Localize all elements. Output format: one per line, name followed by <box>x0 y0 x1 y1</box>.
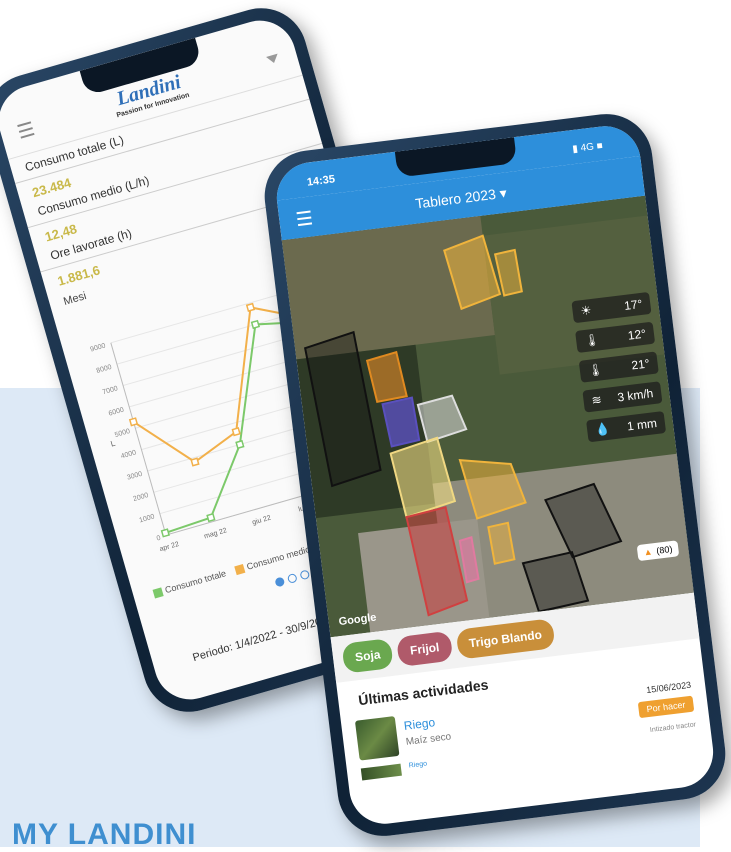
y-tick-label: 5000 <box>114 428 131 439</box>
data-point <box>128 417 139 427</box>
y-tick-label: 1000 <box>139 513 156 524</box>
period-label: Periodo: 1/4/2022 - 30/9/2022 <box>191 612 335 665</box>
data-point <box>250 319 261 330</box>
data-point <box>245 302 256 313</box>
alerts-count: (80) <box>655 543 673 556</box>
activity-assignee: Intizado tractor <box>649 721 697 734</box>
y-tick-label: 6000 <box>108 407 125 418</box>
y-tick-label: 7000 <box>102 385 119 396</box>
y-tick-label: 4000 <box>120 449 137 460</box>
pager-dots[interactable] <box>274 569 311 588</box>
y-axis-label: L <box>110 439 117 449</box>
filter-icon[interactable] <box>265 53 280 65</box>
status-icons: ▮ 4G ■ <box>571 140 604 156</box>
y-tick-label: 8000 <box>96 364 113 375</box>
weather-value: 3 km/h <box>616 386 655 405</box>
activity-date: 15/06/2023 <box>645 679 692 696</box>
phone-right: 14:35 ▮ 4G ■ Tablero 2023 ▾ ☀ 17° 🌡 12° … <box>259 108 731 842</box>
sun-icon: ☀ <box>579 303 593 319</box>
section-title: Últimas actividades <box>357 676 490 709</box>
activity-status-badge[interactable]: Por hacer <box>637 695 695 719</box>
chip-trigo-blando[interactable]: Trigo Blando <box>455 618 556 660</box>
data-point <box>206 512 216 523</box>
x-tick-label: mag 22 <box>203 527 227 540</box>
chip-soja[interactable]: Soja <box>341 637 395 674</box>
drop-icon: 💧 <box>594 421 612 438</box>
x-tick-label: apr 22 <box>159 541 180 553</box>
data-point <box>231 427 241 437</box>
warning-icon: ▲ <box>643 546 654 558</box>
activity-name[interactable]: Riego <box>403 715 436 733</box>
thermometer-high-icon: 🌡 <box>587 362 604 378</box>
weather-value: 1 mm <box>626 415 658 434</box>
hamburger-menu-icon[interactable] <box>17 120 35 139</box>
weather-value: 12° <box>627 326 647 343</box>
y-tick-label: 9000 <box>90 343 107 354</box>
x-tick-label: giu 22 <box>252 515 272 527</box>
chip-frijol[interactable]: Frijol <box>396 630 453 668</box>
activity-crop: Maíz seco <box>405 731 452 748</box>
data-point <box>160 528 170 538</box>
activity-next: Riego <box>408 760 428 770</box>
y-tick-label: 3000 <box>126 471 143 482</box>
weather-value: 21° <box>630 356 651 373</box>
activity-thumbnail-secondary <box>360 763 402 781</box>
y-tick-label: 0 <box>156 535 162 543</box>
weather-value: 17° <box>623 296 644 313</box>
satellite-map[interactable]: ☀ 17° 🌡 12° 🌡 21° ≋ 3 km/h 💧 1 mm ▲ (80) Googl… <box>281 195 694 638</box>
y-tick-label: 2000 <box>132 492 149 503</box>
wind-icon: ≋ <box>590 392 603 408</box>
data-point <box>235 439 245 450</box>
phone-right-screen: 14:35 ▮ 4G ■ Tablero 2023 ▾ ☀ 17° 🌡 12° … <box>272 122 718 828</box>
thermometer-low-icon: 🌡 <box>583 332 601 349</box>
y-axis <box>110 342 167 536</box>
activity-thumbnail <box>354 716 400 761</box>
data-point <box>190 457 200 467</box>
status-time: 14:35 <box>306 173 336 189</box>
